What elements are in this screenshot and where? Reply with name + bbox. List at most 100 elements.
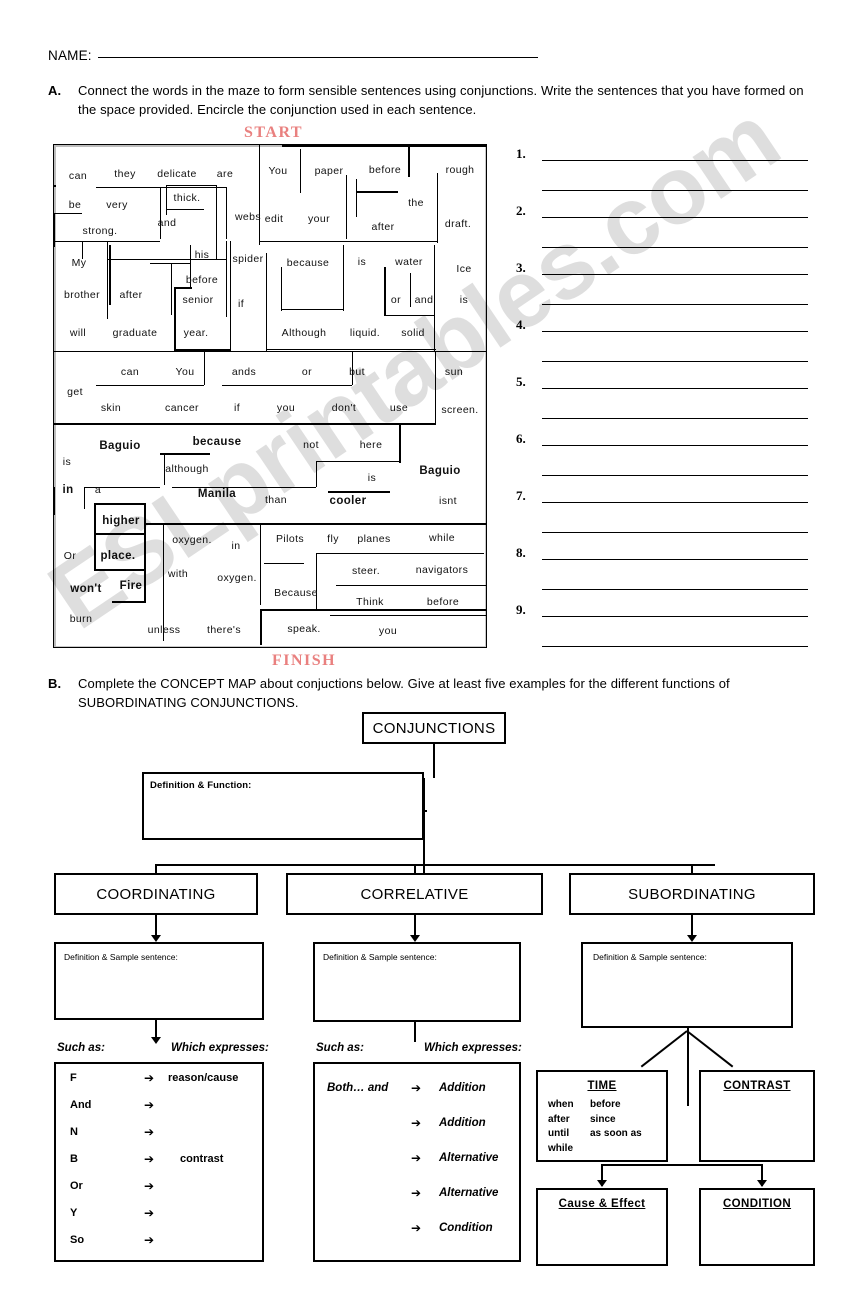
maze-word[interactable]: Fire <box>120 580 143 592</box>
maze-word[interactable]: planes <box>357 533 390 545</box>
maze-word[interactable]: sun <box>445 366 463 378</box>
maze-word[interactable]: cooler <box>330 495 367 507</box>
maze-word[interactable]: is <box>358 256 366 268</box>
maze-word[interactable]: your <box>308 213 330 225</box>
maze-word[interactable]: spider <box>233 253 264 265</box>
maze-word[interactable]: while <box>429 532 455 544</box>
maze-word[interactable]: if <box>238 298 244 310</box>
answer-write-line[interactable] <box>542 616 808 617</box>
maze-word[interactable]: the <box>408 197 424 209</box>
maze-word[interactable]: paper <box>315 165 344 177</box>
answer-write-line[interactable] <box>542 304 808 305</box>
answer-write-line[interactable] <box>542 331 808 332</box>
maze-word[interactable]: edit <box>265 213 284 225</box>
answer-write-line[interactable] <box>542 217 808 218</box>
maze-word[interactable]: they <box>114 168 135 180</box>
answer-write-line[interactable] <box>542 502 808 503</box>
answer-write-line[interactable] <box>542 646 808 647</box>
maze-word[interactable]: be <box>69 199 81 211</box>
maze-word[interactable]: very <box>106 199 127 211</box>
answer-write-line[interactable] <box>542 247 808 248</box>
maze-word[interactable]: get <box>67 386 83 398</box>
maze-word[interactable]: with <box>168 568 188 580</box>
maze-word[interactable]: Think <box>356 596 384 608</box>
maze-word[interactable]: strong. <box>83 225 118 237</box>
maze-word[interactable]: although <box>165 463 209 475</box>
branch-correlative-box[interactable]: CORRELATIVE <box>286 873 543 915</box>
maze-word[interactable]: a <box>95 484 101 496</box>
maze-word[interactable]: in <box>232 540 241 552</box>
maze-word[interactable]: draft. <box>445 218 471 230</box>
maze-word[interactable]: year. <box>184 327 209 339</box>
answer-write-line[interactable] <box>542 418 808 419</box>
maze-word[interactable]: his <box>195 249 210 261</box>
maze-word[interactable]: because <box>193 436 242 448</box>
answer-write-line[interactable] <box>542 388 808 389</box>
maze-word[interactable]: you <box>379 625 397 637</box>
maze-word[interactable]: can <box>121 366 139 378</box>
subordinating-contrast-box[interactable]: CONTRAST <box>699 1070 815 1162</box>
answer-write-line[interactable] <box>542 532 808 533</box>
maze-word[interactable]: skin <box>101 402 121 414</box>
maze-word[interactable]: here <box>360 439 383 451</box>
maze-word[interactable]: You <box>269 165 288 177</box>
maze-word[interactable]: use <box>390 402 408 414</box>
maze-word[interactable]: ands <box>232 366 256 378</box>
maze-word[interactable]: higher <box>102 515 140 527</box>
maze-word[interactable]: after <box>371 221 394 233</box>
maze-word[interactable]: You <box>176 366 195 378</box>
maze-word[interactable]: than <box>265 494 287 506</box>
maze-word[interactable]: brother <box>64 289 100 301</box>
maze-word[interactable]: Manila <box>198 488 236 500</box>
maze-word[interactable]: speak. <box>287 623 320 635</box>
maze-word[interactable]: before <box>427 596 459 608</box>
maze-word[interactable]: is <box>368 472 376 484</box>
concept-root-box[interactable]: CONJUNCTIONS <box>362 712 506 744</box>
answer-write-line[interactable] <box>542 559 808 560</box>
maze-word[interactable]: liquid. <box>350 327 380 339</box>
maze-word[interactable]: if <box>234 402 240 414</box>
answer-write-line[interactable] <box>542 589 808 590</box>
maze-word[interactable]: before <box>186 274 218 286</box>
maze-word[interactable]: place. <box>100 550 135 562</box>
answer-write-line[interactable] <box>542 361 808 362</box>
maze-word[interactable]: before <box>369 164 401 176</box>
maze-word[interactable]: cancer <box>165 402 199 414</box>
maze-word[interactable]: unless <box>148 624 181 636</box>
maze-word[interactable]: Or <box>64 550 76 562</box>
maze-word[interactable]: Ice <box>456 263 471 275</box>
answer-write-line[interactable] <box>542 274 808 275</box>
answer-write-line[interactable] <box>542 190 808 191</box>
subordinating-condition-box[interactable]: CONDITION <box>699 1188 815 1266</box>
maze-word[interactable]: is <box>63 456 71 468</box>
maze-word[interactable]: will <box>70 327 86 339</box>
maze-word[interactable]: or <box>391 294 401 306</box>
maze-word[interactable]: rough <box>446 164 475 176</box>
maze-word[interactable]: oxygen. <box>172 534 212 546</box>
name-blank-line[interactable] <box>97 57 538 58</box>
maze-word[interactable]: thick. <box>174 192 201 204</box>
maze-word[interactable]: there's <box>207 624 241 636</box>
coordinating-definition-box[interactable]: Definition & Sample sentence: <box>54 942 264 1020</box>
maze-word[interactable]: steer. <box>352 565 380 577</box>
subordinating-definition-box[interactable]: Definition & Sample sentence: <box>581 942 793 1028</box>
maze-word[interactable]: not <box>303 439 319 451</box>
maze-word[interactable]: webs <box>235 211 261 223</box>
maze-word[interactable]: because <box>287 257 330 269</box>
maze-word[interactable]: water <box>395 256 423 268</box>
maze-word[interactable]: oxygen. <box>217 572 257 584</box>
correlative-definition-box[interactable]: Definition & Sample sentence: <box>313 942 521 1022</box>
maze-word[interactable]: Although <box>282 327 327 339</box>
maze-word[interactable]: graduate <box>113 327 158 339</box>
maze-word[interactable]: navigators <box>416 564 468 576</box>
maze-word[interactable]: and <box>415 294 434 306</box>
maze-word[interactable]: don't <box>332 402 356 414</box>
maze-word[interactable]: won't <box>70 583 102 595</box>
maze-word[interactable]: in <box>62 484 73 496</box>
maze-word[interactable]: Pilots <box>276 533 304 545</box>
answer-write-line[interactable] <box>542 160 808 161</box>
maze-word[interactable]: but <box>349 366 365 378</box>
answer-write-line[interactable] <box>542 445 808 446</box>
maze-word[interactable]: isnt <box>439 495 457 507</box>
maze-word[interactable]: and <box>158 217 177 229</box>
